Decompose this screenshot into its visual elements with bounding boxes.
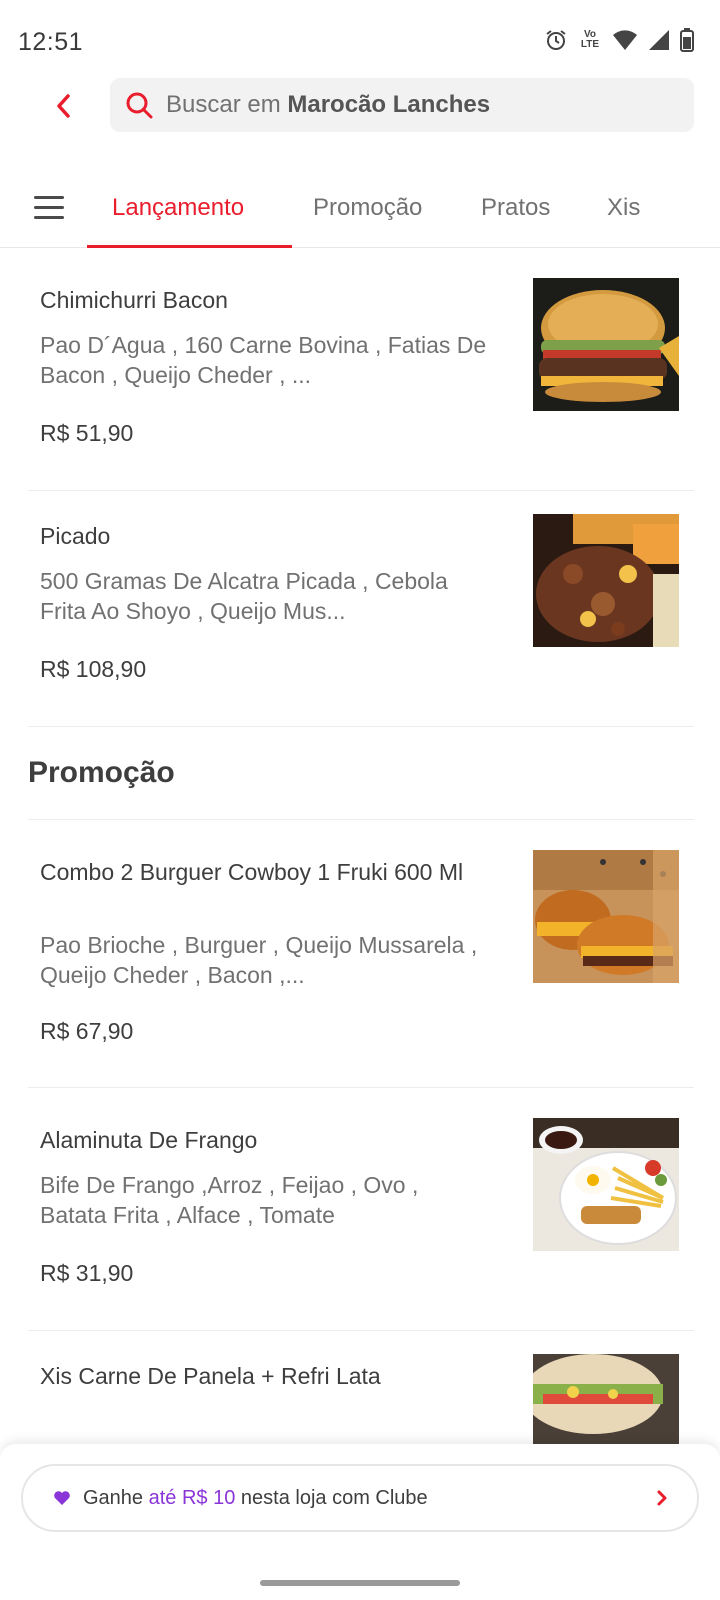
tab-xis[interactable]: Xis (607, 194, 640, 222)
item-description: Pao D´Agua , 160 Carne Bovina , Fatias D… (40, 332, 487, 388)
item-price: R$ 67,90 (40, 1018, 134, 1044)
tab-pratos[interactable]: Pratos (481, 194, 550, 222)
back-button[interactable] (44, 86, 84, 126)
item-price: R$ 108,90 (40, 656, 147, 682)
chevron-left-icon (57, 94, 70, 118)
list-item[interactable]: Picado 500 Gramas De Alcatra Picada , Ce… (28, 484, 694, 727)
item-price: R$ 51,90 (40, 420, 134, 446)
status-icons: Vo LTE (544, 28, 694, 52)
alaminuta-plate-photo (533, 1118, 679, 1251)
search-prefix: Buscar em (166, 91, 288, 118)
combo-burger-box-photo (533, 850, 679, 983)
club-text-before: Ganhe (83, 1486, 149, 1509)
item-description: Pao Brioche , Burguer , Queijo Mussarela… (40, 932, 478, 988)
alarm-icon (544, 28, 568, 52)
tab-lancamento[interactable]: Lançamento (112, 194, 244, 222)
club-text-highlight: até R$ 10 (148, 1486, 236, 1509)
club-banner-button[interactable]: Ganhe até R$ 10 nesta loja com Clube (21, 1464, 699, 1532)
item-name: Picado (40, 523, 111, 549)
bottom-sheet: Ganhe até R$ 10 nesta loja com Clube (0, 1444, 720, 1600)
item-name: Alaminuta De Frango (40, 1127, 258, 1153)
home-indicator[interactable] (260, 1580, 460, 1586)
burger-photo (533, 278, 679, 411)
item-price: R$ 31,90 (40, 1260, 134, 1286)
item-description: 500 Gramas De Alcatra Picada , Cebola Fr… (40, 568, 448, 624)
status-bar: 12:51 Vo LTE (0, 0, 720, 80)
signal-icon (648, 29, 670, 51)
item-description: Bife De Frango ,Arroz , Feijao , Ovo , B… (40, 1172, 419, 1228)
volte-icon: Vo LTE (578, 30, 602, 50)
picado-photo (533, 514, 679, 647)
club-text-after: nesta loja com Clube (235, 1486, 428, 1509)
heart-icon (54, 1491, 70, 1505)
header: Buscar em Marocão Lanches (0, 78, 720, 134)
club-banner-text: Ganhe até R$ 10 nesta loja com Clube (83, 1487, 428, 1510)
status-time: 12:51 (18, 28, 84, 56)
search-placeholder: Buscar em Marocão Lanches (166, 91, 490, 119)
wifi-icon (612, 29, 638, 51)
category-tabs: Lançamento Promoção Pratos Xis (0, 180, 720, 248)
list-item[interactable]: Combo 2 Burguer Cowboy 1 Fruki 600 Ml Pa… (28, 820, 694, 1088)
list-item[interactable]: Alaminuta De Frango Bife De Frango ,Arro… (28, 1088, 694, 1331)
item-name: Combo 2 Burguer Cowboy 1 Fruki 600 Ml (40, 859, 464, 885)
hamburger-icon[interactable] (34, 196, 64, 224)
section-title-promocao: Promoção (28, 756, 175, 789)
search-store-name: Marocão Lanches (287, 91, 491, 118)
volte-bottom-label: LTE (580, 39, 600, 50)
item-name: Chimichurri Bacon (40, 287, 228, 313)
list-item[interactable]: Chimichurri Bacon Pao D´Agua , 160 Carne… (28, 248, 694, 491)
search-icon (126, 92, 153, 119)
search-input[interactable]: Buscar em Marocão Lanches (110, 78, 694, 132)
chevron-right-icon (657, 1490, 667, 1506)
tab-promocao[interactable]: Promoção (313, 194, 422, 222)
item-name: Xis Carne De Panela + Refri Lata (40, 1363, 381, 1389)
battery-icon (680, 28, 694, 52)
